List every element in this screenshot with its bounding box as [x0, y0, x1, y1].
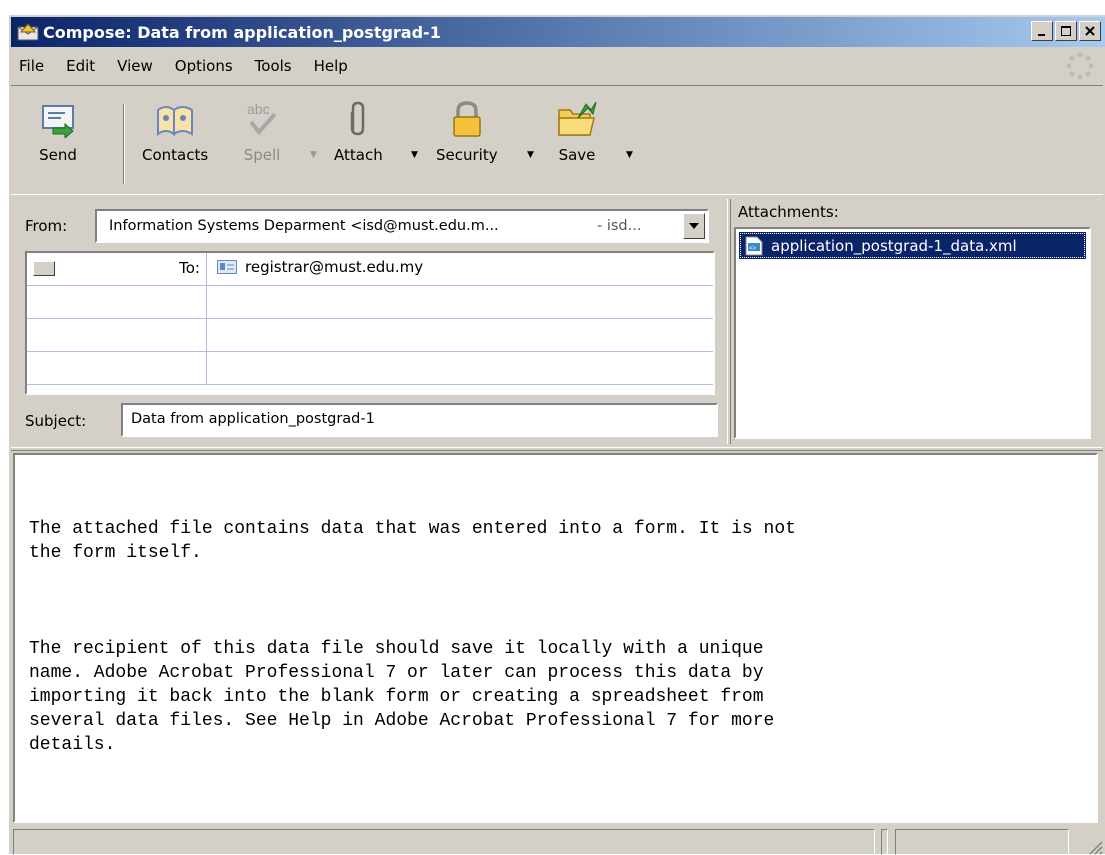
contacts-button[interactable]: Contacts [142, 100, 208, 164]
from-dropdown-button[interactable] [683, 213, 705, 239]
spell-dropdown-arrow[interactable]: ▼ [310, 150, 317, 160]
subject-value: Data from application_postgrad-1 [131, 411, 375, 427]
addressing-widget: To: registrar@must.edu.my [25, 251, 715, 395]
subject-label: Subject: [25, 412, 87, 430]
attachments-list[interactable]: <> application_postgrad-1_data.xml [734, 227, 1091, 439]
subject-input[interactable]: Data from application_postgrad-1 [121, 403, 718, 437]
xml-file-icon: <> [745, 236, 763, 255]
address-row: To: registrar@must.edu.my [27, 253, 713, 286]
security-label: Security [436, 146, 498, 164]
compose-window: Compose: Data from application_postgrad-… [8, 14, 1105, 855]
menu-tools[interactable]: Tools [244, 57, 303, 75]
contacts-book-icon [157, 106, 194, 136]
minimize-button[interactable] [1031, 21, 1053, 41]
from-label: From: [25, 217, 68, 235]
status-text-pane [13, 829, 875, 855]
status-bar [11, 827, 1103, 855]
close-icon [1085, 26, 1095, 36]
address-row[interactable] [27, 319, 713, 352]
security-dropdown-arrow[interactable]: ▼ [527, 150, 534, 160]
menu-options[interactable]: Options [164, 57, 244, 75]
attachments-label: Attachments: [738, 203, 839, 221]
address-row[interactable] [27, 352, 713, 385]
contact-card-icon [217, 260, 237, 274]
resize-grip-icon[interactable] [1087, 839, 1103, 855]
close-button[interactable] [1079, 21, 1101, 41]
spell-check-icon: abc [247, 101, 277, 136]
padlock-icon [453, 101, 481, 137]
message-paragraph: The attached file contains data that was… [29, 519, 796, 563]
send-label: Send [39, 146, 77, 164]
attachments-pane: Attachments: <> application_postgrad-1_d… [734, 199, 1104, 444]
paperclip-icon [351, 101, 365, 136]
title-bar[interactable]: Compose: Data from application_postgrad-… [11, 17, 1105, 47]
chevron-down-icon [689, 223, 699, 229]
contacts-label: Contacts [142, 146, 209, 164]
message-paragraph: The recipient of this data file should s… [29, 639, 775, 755]
security-button[interactable]: Security [436, 100, 498, 164]
menu-file[interactable]: File [11, 57, 55, 75]
attach-dropdown-arrow[interactable]: ▼ [411, 150, 418, 160]
activity-throbber-icon [1066, 52, 1094, 80]
save-button[interactable]: Save [556, 100, 598, 164]
window-title: Compose: Data from application_postgrad-… [43, 22, 441, 42]
attach-label: Attach [334, 146, 383, 164]
main-toolbar: Send Contacts abc Spell ▼ Attach ▼ Secur… [11, 85, 1103, 195]
spell-button[interactable]: abc Spell [243, 100, 281, 164]
svg-text:<>: <> [749, 246, 757, 252]
save-label: Save [558, 146, 596, 164]
compose-envelope-icon [17, 23, 39, 41]
attachment-filename: application_postgrad-1_data.xml [771, 236, 1017, 255]
status-divider [881, 829, 888, 855]
save-dropdown-arrow[interactable]: ▼ [626, 150, 633, 160]
toolbar-separator [123, 104, 125, 184]
from-select[interactable]: Information Systems Deparment <isd@must.… [95, 209, 709, 243]
message-body-editor[interactable]: The attached file contains data that was… [13, 453, 1098, 823]
svg-text:abc: abc [247, 101, 270, 117]
maximize-button[interactable] [1055, 21, 1077, 41]
menu-help[interactable]: Help [303, 57, 359, 75]
spell-label: Spell [243, 146, 281, 164]
address-row[interactable] [27, 286, 713, 319]
horizontal-splitter[interactable] [11, 447, 1103, 451]
address-type-dropdown[interactable] [33, 261, 55, 276]
from-identity-suffix: - isd... [597, 218, 642, 234]
menu-edit[interactable]: Edit [55, 57, 106, 75]
status-progress-pane [895, 829, 1069, 855]
send-button[interactable]: Send [39, 100, 77, 164]
maximize-icon [1061, 26, 1071, 36]
header-pane: From: Information Systems Deparment <isd… [11, 199, 724, 444]
to-address-value[interactable]: registrar@must.edu.my [245, 258, 423, 276]
minimize-icon [1038, 34, 1045, 36]
menu-bar: File Edit View Options Tools Help [11, 51, 1103, 81]
attach-button[interactable]: Attach [334, 100, 383, 164]
from-value: Information Systems Deparment <isd@must.… [109, 218, 499, 234]
vertical-splitter[interactable] [727, 199, 731, 444]
attachment-item[interactable]: <> application_postgrad-1_data.xml [739, 232, 1086, 259]
to-label: To: [179, 259, 200, 277]
save-folder-icon [558, 101, 597, 136]
menu-view[interactable]: View [106, 57, 164, 75]
send-icon [42, 105, 74, 138]
